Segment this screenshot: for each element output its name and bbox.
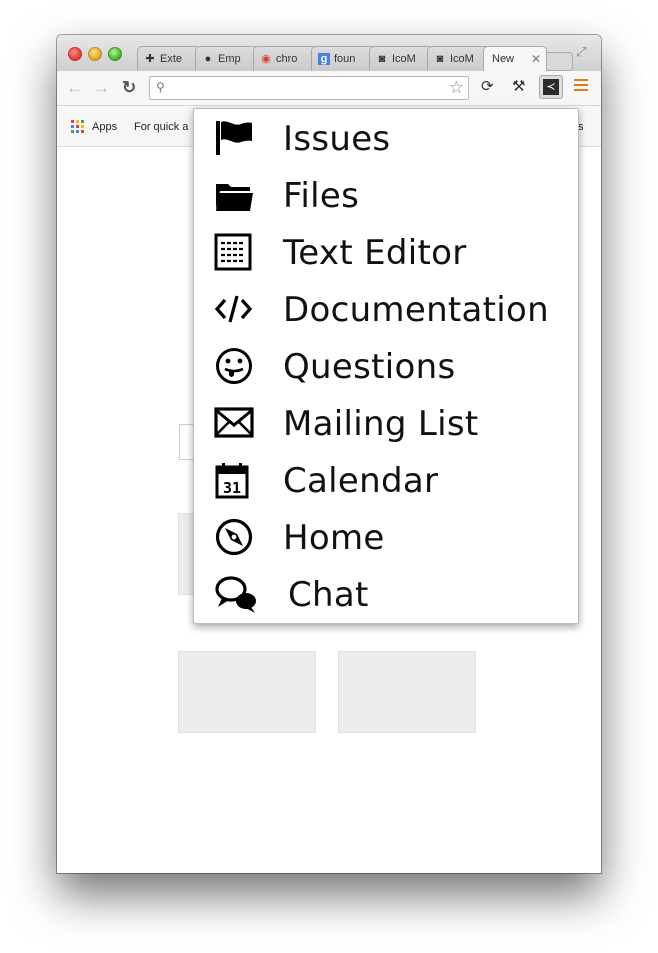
- chrome-icon: ◉: [261, 53, 271, 65]
- toolbar: ← → ↻ ⚲ ☆ ⟳ ⚒ ≺: [57, 71, 601, 106]
- menu-bar: [574, 84, 588, 86]
- code-icon: [214, 295, 253, 323]
- menu-item-documentation[interactable]: Documentation: [194, 282, 578, 339]
- icomoon-icon: ◙: [378, 53, 386, 65]
- google-icon: g: [318, 53, 330, 65]
- tab-label: IcoM: [450, 53, 474, 65]
- extension-logo-icon: ≺: [543, 79, 559, 95]
- envelope-icon: [214, 407, 254, 438]
- apps-grid-icon[interactable]: [71, 120, 85, 134]
- tab-label: New: [492, 53, 515, 65]
- tab-label: IcoM: [392, 53, 416, 65]
- close-window-button[interactable]: [68, 47, 82, 61]
- fullscreen-icon[interactable]: ⤢: [576, 44, 586, 60]
- github-icon: ●: [204, 53, 212, 65]
- calendar-icon: 31: [215, 463, 249, 499]
- forward-button[interactable]: →: [93, 79, 110, 96]
- search-icon: ⚲: [156, 80, 165, 94]
- menu-item-label: Text Editor: [283, 233, 467, 273]
- tab-label: Emp: [218, 53, 241, 65]
- reload-icon: ↻: [122, 78, 137, 97]
- menu-bar: [574, 89, 588, 91]
- text-editor-icon: [214, 233, 252, 271]
- tab-chrome[interactable]: ◉ chro: [253, 46, 317, 71]
- menu-item-label: Chat: [288, 575, 369, 615]
- puzzle-icon: ✚: [145, 53, 155, 65]
- compass-icon: [215, 518, 253, 556]
- menu-item-issues[interactable]: Issues: [194, 111, 578, 168]
- chat-bubbles-icon: [215, 576, 256, 613]
- zoom-window-button[interactable]: [108, 47, 122, 61]
- icomoon-icon: ◙: [436, 53, 444, 65]
- reload-button[interactable]: ↻: [122, 79, 136, 96]
- address-input[interactable]: [174, 79, 438, 97]
- menu-item-label: Questions: [283, 347, 456, 387]
- menu-item-label: Mailing List: [283, 404, 479, 444]
- menu-item-text-editor[interactable]: Text Editor: [194, 225, 578, 282]
- tab-icomoon-1[interactable]: ◙ IcoM: [369, 46, 433, 71]
- close-tab-icon[interactable]: ✕: [531, 52, 541, 66]
- calendar-day-text: 31: [223, 479, 241, 497]
- minimize-window-button[interactable]: [88, 47, 102, 61]
- extension-dropdown-menu: Issues Files Text Editor Documentation Q…: [193, 108, 579, 624]
- menu-item-label: Home: [283, 518, 385, 558]
- menu-item-label: Calendar: [283, 461, 439, 501]
- sync-extension-icon[interactable]: ⟳: [481, 79, 494, 95]
- tab-icomoon-2[interactable]: ◙ IcoM: [427, 46, 491, 71]
- flag-icon: [216, 121, 252, 155]
- tab-strip: ✚ Exte ● Emp ◉ chro g foun ◙ IcoM ◙ IcoM…: [57, 35, 601, 71]
- menu-item-chat[interactable]: Chat: [194, 567, 578, 624]
- menu-item-files[interactable]: Files: [194, 168, 578, 225]
- wrench-extension-icon[interactable]: ⚒: [512, 79, 525, 95]
- tab-new-tab[interactable]: New ✕: [483, 46, 547, 71]
- extension-active-button[interactable]: ≺: [539, 75, 563, 99]
- tongue-face-icon: [216, 348, 252, 384]
- tab-label: foun: [334, 53, 356, 65]
- menu-item-calendar[interactable]: 31 Calendar: [194, 453, 578, 510]
- menu-bar: [574, 79, 588, 81]
- back-button[interactable]: ←: [66, 79, 83, 96]
- bookmark-apps[interactable]: Apps: [92, 121, 117, 133]
- menu-item-home[interactable]: Home: [194, 510, 578, 567]
- bookmark-star-icon[interactable]: ☆: [449, 78, 464, 98]
- tab-google[interactable]: g foun: [311, 46, 375, 71]
- tab-github[interactable]: ● Emp: [195, 46, 259, 71]
- most-visited-tile[interactable]: [338, 651, 476, 733]
- chrome-menu-button[interactable]: [574, 79, 588, 94]
- tab-label: chro: [276, 53, 298, 65]
- menu-item-label: Documentation: [283, 290, 550, 330]
- tab-extensions[interactable]: ✚ Exte: [137, 46, 201, 71]
- menu-item-label: Issues: [283, 119, 391, 159]
- menu-item-questions[interactable]: Questions: [194, 339, 578, 396]
- most-visited-tile[interactable]: [178, 651, 316, 733]
- folder-icon: [216, 184, 253, 211]
- bookmark-quick-access[interactable]: For quick a: [134, 121, 188, 133]
- menu-item-label: Files: [283, 176, 360, 216]
- menu-item-mailing-list[interactable]: Mailing List: [194, 396, 578, 453]
- address-bar[interactable]: ⚲ ☆: [149, 76, 469, 100]
- tab-label: Exte: [160, 53, 183, 65]
